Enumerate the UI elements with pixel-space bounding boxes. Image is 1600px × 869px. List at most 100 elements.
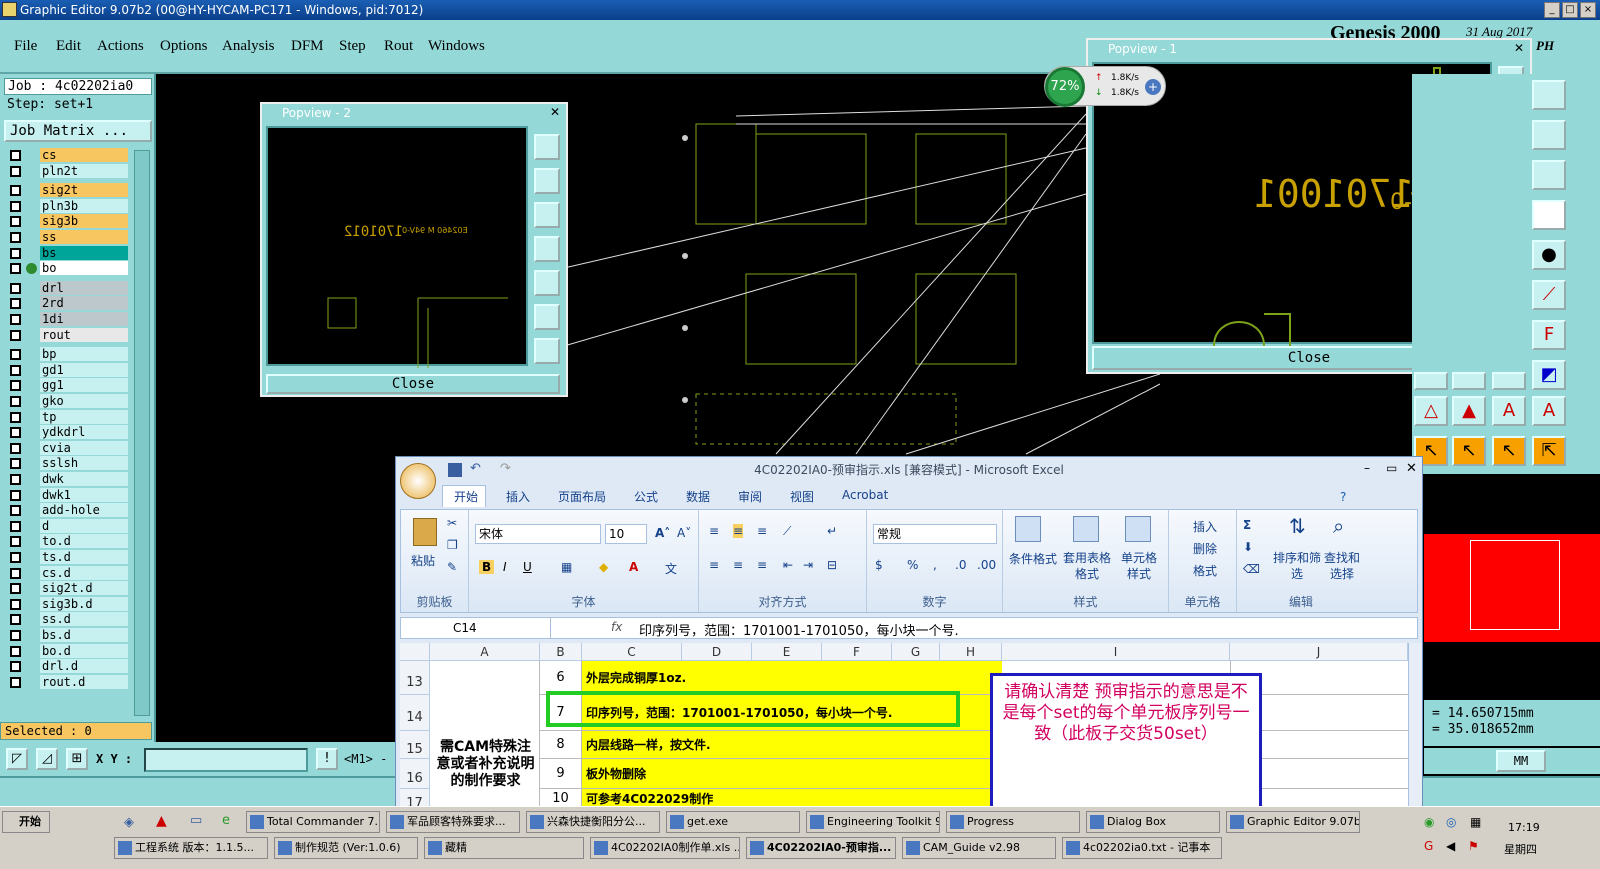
layer-name[interactable]: pln3b [40, 198, 128, 213]
popview-1-titlebar[interactable]: Popview - 1 ✕ [1088, 40, 1530, 58]
pointer-tool-icon[interactable]: ⇱ [1532, 436, 1566, 466]
layer-checkbox[interactable] [10, 263, 21, 275]
tab-formulas[interactable]: 公式 [634, 488, 658, 505]
column-header[interactable]: B [540, 643, 582, 661]
layer-checkbox[interactable] [10, 614, 21, 626]
tray-icon[interactable]: ◎ [1446, 815, 1456, 829]
layer-checkbox[interactable] [10, 630, 21, 641]
pan-left-icon[interactable] [534, 236, 560, 262]
conditional-format-icon[interactable] [1015, 516, 1041, 542]
cell-b[interactable]: 6 [540, 661, 582, 695]
layer-checkbox[interactable] [10, 216, 21, 228]
job-matrix-button[interactable]: Job Matrix ... [4, 120, 152, 142]
layer-checkbox[interactable] [10, 598, 21, 610]
layer-checkbox[interactable] [10, 552, 21, 563]
layer-row[interactable]: ydkdrl [6, 425, 128, 440]
taskbar-button[interactable]: 4c02202ia0.txt - 记事本 [1062, 837, 1222, 859]
zoom-in-icon[interactable] [534, 304, 560, 330]
tab-review[interactable]: 审阅 [738, 488, 762, 505]
font-name-select[interactable]: 宋体 [475, 524, 601, 544]
taskbar-button[interactable]: 4C02202IA0-预审指... [746, 837, 896, 859]
layer-checkbox[interactable] [10, 165, 21, 177]
layer-checkbox[interactable] [10, 247, 21, 259]
tray-icon[interactable]: ◉ [1424, 815, 1434, 829]
layer-row[interactable]: drl [6, 280, 128, 296]
copy-icon[interactable]: ❐ [447, 538, 458, 552]
tool-icon[interactable] [1532, 200, 1566, 230]
menu-rout[interactable]: Rout [384, 38, 413, 55]
layer-row[interactable]: add-hole [6, 503, 128, 518]
note-textbox[interactable]: 请确认清楚 预审指示的意思是不是每个set的每个单元板序列号一致（此板子交货50… [990, 673, 1262, 809]
layer-name[interactable]: pln2t [40, 163, 128, 178]
column-header[interactable]: D [682, 643, 752, 661]
align-bottom-icon[interactable]: ≡ [757, 524, 767, 538]
tool-icon[interactable]: ◸ [6, 748, 28, 770]
increase-decimal-icon[interactable]: .0 [955, 558, 966, 572]
help-icon[interactable]: ? [1340, 490, 1346, 504]
bold-button[interactable]: B [479, 560, 495, 574]
layer-row[interactable]: 1di [6, 312, 128, 327]
window-title-bar[interactable]: Graphic Editor 9.07b2 (00@HY-HYCAM-PC171… [0, 0, 1600, 20]
table-format-icon[interactable] [1073, 516, 1099, 542]
grid-icon[interactable]: ⊞ [66, 748, 88, 770]
menu-edit[interactable]: Edit [56, 38, 81, 55]
layer-name[interactable]: bp [40, 347, 128, 362]
layer-row[interactable]: drl.d [6, 659, 128, 674]
orientation-icon[interactable]: ⟋ [783, 524, 791, 539]
taskbar-button[interactable]: get.exe [666, 811, 800, 833]
popview-2-close-icon[interactable]: ✕ [548, 105, 562, 119]
layer-name[interactable]: ss [40, 230, 128, 244]
layer-name[interactable]: bs [40, 245, 128, 260]
layer-name[interactable]: sig2t [40, 183, 128, 198]
layer-row[interactable]: sig3b.d [6, 596, 128, 612]
layer-checkbox[interactable] [10, 505, 21, 517]
layer-row[interactable]: gko [6, 394, 128, 409]
layer-name[interactable]: dwk1 [40, 487, 128, 502]
sort-filter-icon[interactable]: ⇅ [1289, 514, 1306, 538]
zoom-fit-icon[interactable] [534, 134, 560, 160]
taskbar-button[interactable]: 军品顾客特殊要求... [386, 811, 520, 833]
tab-page-layout[interactable]: 页面布局 [558, 488, 606, 505]
layer-name[interactable]: sig2t.d [40, 581, 128, 596]
tool-icon[interactable] [1532, 160, 1566, 190]
row-header[interactable]: 16 [400, 759, 430, 789]
cell-b[interactable]: 8 [540, 731, 582, 759]
layer-row[interactable]: ss.d [6, 612, 128, 627]
popview-2-titlebar[interactable]: Popview - 2 ✕ [262, 104, 566, 122]
column-header[interactable]: E [752, 643, 822, 661]
insert-cells-button[interactable]: 插入 [1193, 518, 1217, 535]
layer-row[interactable]: gd1 [6, 362, 128, 378]
layer-row[interactable]: gg1 [6, 378, 128, 393]
layer-row[interactable]: to.d [6, 534, 128, 549]
browser-icon[interactable]: e [222, 813, 230, 828]
italic-button[interactable]: I [503, 560, 507, 574]
layer-name[interactable]: gd1 [40, 362, 128, 377]
row-header[interactable]: 15 [400, 731, 430, 759]
currency-icon[interactable]: $ [875, 558, 883, 572]
add-icon[interactable]: + [1145, 79, 1161, 95]
row-header[interactable]: 13 [400, 661, 430, 695]
formula-input[interactable]: 印序列号，范围：1701001-1701050，每小块一个号. [639, 620, 959, 639]
layer-checkbox[interactable] [10, 411, 21, 423]
cell-c[interactable]: 外层完成铜厚1oz. [582, 661, 1002, 695]
layer-row[interactable]: ts.d [6, 550, 128, 565]
layer-row[interactable]: dwk [6, 472, 128, 487]
layer-name[interactable]: d [40, 518, 128, 533]
conditional-format-button[interactable]: 条件格式 [1007, 550, 1059, 567]
layer-row[interactable]: sig2t.d [6, 581, 128, 596]
tool-icon[interactable]: ◩ [1532, 360, 1566, 390]
layer-row[interactable]: 2rd [6, 296, 128, 311]
maximize-button[interactable]: □ [1562, 2, 1578, 18]
cell-a-merged[interactable]: 需CAM特殊注意或者补充说明的制作要求 [430, 661, 540, 809]
warning-icon[interactable]: ! [316, 748, 338, 770]
paste-icon[interactable] [413, 518, 437, 546]
taskbar-button[interactable]: Total Commander 7.... [246, 811, 380, 833]
decrease-indent-icon[interactable]: ⇤ [783, 558, 793, 572]
layer-name[interactable]: tp [40, 409, 128, 424]
row-header[interactable]: 14 [400, 695, 430, 731]
layer-name[interactable]: 1di [40, 312, 128, 326]
tool-icon[interactable]: ◿ [36, 748, 58, 770]
menu-options[interactable]: Options [160, 38, 208, 55]
tab-acrobat[interactable]: Acrobat [842, 488, 888, 502]
decrease-decimal-icon[interactable]: .00 [977, 558, 996, 572]
